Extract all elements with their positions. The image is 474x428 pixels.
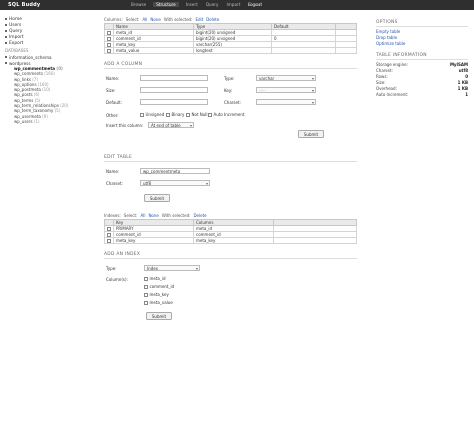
index-type-select[interactable]: Index bbox=[144, 265, 200, 271]
options-title: OPTIONS bbox=[376, 20, 468, 27]
unsigned-checkbox[interactable] bbox=[140, 112, 144, 117]
select-all-link[interactable]: All bbox=[142, 17, 147, 22]
auto-increment-checkbox[interactable] bbox=[208, 112, 212, 117]
add-index-title: ADD AN INDEX bbox=[104, 252, 357, 259]
row-checkbox[interactable] bbox=[107, 37, 111, 41]
column-charset-select[interactable] bbox=[256, 99, 316, 105]
column-type-select[interactable]: varchar bbox=[256, 75, 316, 81]
import-icon bbox=[5, 36, 7, 38]
tab-insert[interactable]: Insert bbox=[185, 2, 199, 7]
not-null-option[interactable]: Not Null bbox=[186, 112, 208, 117]
indexes-toolbar: Indexes: Select: All None With selected:… bbox=[104, 213, 207, 218]
indexes-table: Key Columns PRIMARY meta_id comment_id c… bbox=[104, 219, 357, 244]
not-null-checkbox[interactable] bbox=[186, 112, 190, 117]
table-name-input[interactable]: wp_commentmeta bbox=[140, 168, 210, 174]
delete-link[interactable]: Delete bbox=[206, 17, 219, 22]
edit-link[interactable]: Edit bbox=[195, 17, 203, 22]
select-none-link[interactable]: None bbox=[148, 213, 158, 218]
edit-table-title: EDIT TABLE bbox=[104, 155, 357, 162]
top-nav: Browse Structure Insert Query Import Exp… bbox=[130, 2, 263, 7]
row-checkbox[interactable] bbox=[107, 43, 111, 47]
tab-structure[interactable]: Structure bbox=[153, 2, 179, 7]
row-checkbox[interactable] bbox=[107, 233, 111, 237]
row-checkbox[interactable] bbox=[107, 31, 111, 35]
add-column-submit-button[interactable]: Submit bbox=[298, 130, 324, 138]
index-column-checkbox[interactable] bbox=[144, 292, 148, 297]
sidebar-item-export[interactable]: Export bbox=[5, 40, 95, 46]
index-column-checkbox[interactable] bbox=[144, 300, 148, 305]
unsigned-option[interactable]: Unsigned bbox=[140, 112, 164, 117]
row-checkbox[interactable] bbox=[107, 239, 111, 243]
auto-increment-option[interactable]: Auto Increment bbox=[208, 112, 244, 117]
table-charset-select[interactable]: utf8 bbox=[140, 180, 210, 186]
select-all-link[interactable]: All bbox=[140, 213, 145, 218]
export-icon bbox=[5, 42, 7, 44]
column-key-select[interactable]: ---- bbox=[256, 87, 316, 93]
add-index-submit-button[interactable]: Submit bbox=[146, 312, 172, 320]
home-icon bbox=[5, 18, 7, 20]
row-checkbox[interactable] bbox=[107, 49, 111, 53]
optimize-table-link[interactable]: Optimize table bbox=[376, 41, 468, 47]
index-column-option[interactable]: meta_key bbox=[144, 292, 169, 297]
table-row[interactable]: meta_key meta_key bbox=[104, 237, 357, 244]
add-column-title: ADD A COLUMN bbox=[104, 62, 357, 69]
index-column-option[interactable]: meta_value bbox=[144, 300, 173, 305]
delete-link[interactable]: Delete bbox=[193, 213, 206, 218]
binary-option[interactable]: Binary bbox=[166, 112, 184, 117]
columns-toolbar: Columns: Select: All None With selected:… bbox=[104, 17, 220, 22]
columns-table: Name Type Default meta_id bigint(20) uns… bbox=[104, 23, 357, 54]
select-none-link[interactable]: None bbox=[150, 17, 160, 22]
table-item[interactable]: wp_users (1) bbox=[5, 119, 95, 124]
right-panel: OPTIONS Empty table Drop table Optimize … bbox=[376, 20, 468, 98]
expand-icon[interactable] bbox=[5, 62, 7, 64]
add-column-form: Name: Type: varchar Size: Key: ---- Defa… bbox=[104, 75, 366, 151]
index-column-checkbox[interactable] bbox=[144, 276, 148, 281]
table-row[interactable]: meta_value longtext bbox=[104, 47, 357, 54]
edit-table-submit-button[interactable]: Submit bbox=[144, 194, 170, 202]
sidebar: Home Users Query Import Export DATABASES… bbox=[5, 16, 95, 124]
main-content: Columns: Select: All None With selected:… bbox=[104, 16, 366, 329]
users-icon bbox=[5, 24, 7, 26]
row-checkbox[interactable] bbox=[107, 227, 111, 231]
table-info-title: TABLE INFORMATION bbox=[376, 53, 468, 60]
tab-browse[interactable]: Browse bbox=[130, 2, 147, 7]
tab-query[interactable]: Query bbox=[205, 2, 220, 7]
column-name-input[interactable] bbox=[140, 75, 208, 81]
tab-import[interactable]: Import bbox=[225, 2, 241, 7]
info-row: Auto Increment: 1 bbox=[376, 92, 468, 97]
column-default-input[interactable] bbox=[140, 99, 208, 105]
edit-table-form: Name: wp_commentmeta Charset: utf8 Submi… bbox=[104, 168, 366, 208]
query-icon bbox=[5, 30, 7, 32]
index-column-option[interactable]: comment_id bbox=[144, 284, 174, 289]
binary-checkbox[interactable] bbox=[166, 112, 170, 117]
index-column-checkbox[interactable] bbox=[144, 284, 148, 289]
insert-position-select[interactable]: At end of table bbox=[148, 122, 194, 128]
app-logo[interactable]: SQL Buddy bbox=[8, 2, 40, 8]
logout-link[interactable]: Logout bbox=[248, 2, 262, 7]
top-bar: SQL Buddy Browse Structure Insert Query … bbox=[0, 0, 474, 10]
column-size-input[interactable] bbox=[140, 87, 208, 93]
index-column-option[interactable]: meta_id bbox=[144, 276, 166, 281]
add-index-form: Type: Index Column(s): meta_id comment_i… bbox=[104, 265, 366, 329]
expand-icon[interactable] bbox=[5, 56, 7, 58]
